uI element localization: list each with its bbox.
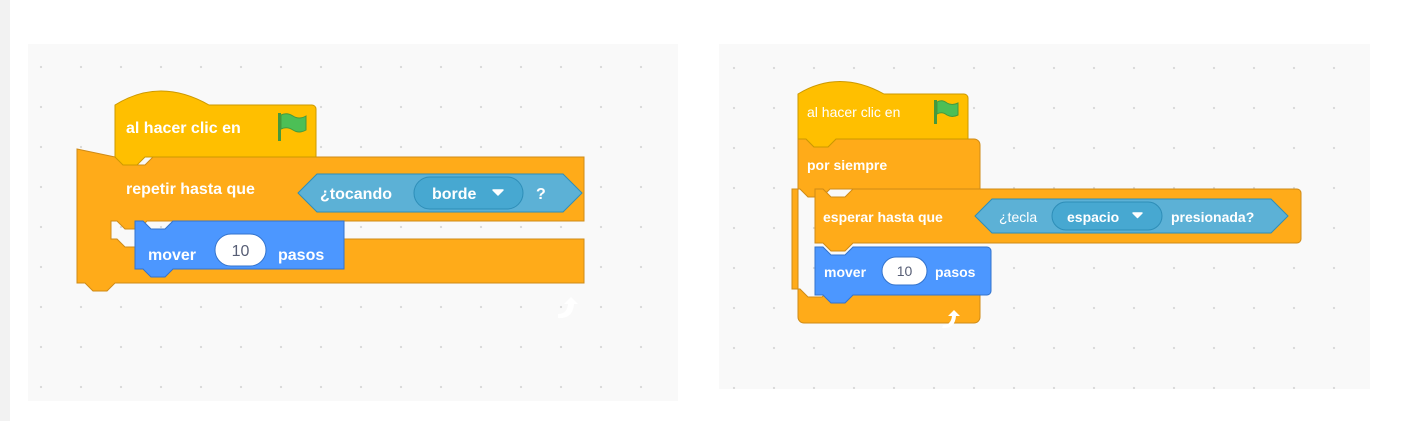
hat-label: al hacer clic en bbox=[126, 120, 241, 137]
repeat-until-label: repetir hasta que bbox=[126, 181, 255, 198]
move-steps-block[interactable]: mover 10 pasos bbox=[814, 246, 992, 304]
code-area-2[interactable]: por siempre esperar hasta que ¿tecla esp… bbox=[719, 44, 1370, 389]
hat-label: al hacer clic en bbox=[807, 104, 900, 120]
loop-arrow-icon bbox=[558, 297, 578, 319]
forever-label: por siempre bbox=[807, 157, 887, 173]
when-flag-clicked-hat-block[interactable]: al hacer clic en bbox=[114, 90, 317, 166]
touching-menu-dropdown[interactable]: borde bbox=[413, 176, 524, 210]
wait-until-block[interactable]: esperar hasta que ¿tecla espacio presion… bbox=[814, 188, 1302, 252]
touching-condition-block[interactable]: ¿tocando borde ? bbox=[297, 173, 583, 213]
touching-suffix: ? bbox=[536, 186, 546, 203]
script-2: por siempre esperar hasta que ¿tecla esp… bbox=[791, 81, 1302, 329]
key-menu-value: espacio bbox=[1067, 209, 1119, 225]
when-flag-clicked-hat-block[interactable]: al hacer clic en bbox=[797, 81, 969, 148]
wait-until-label: esperar hasta que bbox=[823, 209, 943, 225]
window-edge bbox=[0, 0, 10, 421]
steps-value: 10 bbox=[897, 263, 913, 279]
key-pressed-condition-block[interactable]: ¿tecla espacio presionada? bbox=[974, 198, 1289, 234]
move-unit-label: pasos bbox=[278, 247, 324, 264]
steps-value: 10 bbox=[232, 243, 250, 260]
touching-menu-value: borde bbox=[432, 186, 477, 203]
script-1: repetir hasta que ¿tocando borde ? mover… bbox=[76, 90, 585, 319]
steps-input[interactable]: 10 bbox=[881, 256, 928, 286]
move-label: mover bbox=[824, 264, 867, 280]
steps-input[interactable]: 10 bbox=[214, 233, 267, 267]
key-menu-dropdown[interactable]: espacio bbox=[1051, 201, 1163, 231]
key-label: ¿tecla bbox=[999, 209, 1037, 225]
move-steps-block[interactable]: mover 10 pasos bbox=[134, 220, 345, 278]
key-suffix-label: presionada? bbox=[1171, 209, 1254, 225]
touching-label: ¿tocando bbox=[320, 186, 392, 203]
code-area-1[interactable]: repetir hasta que ¿tocando borde ? mover… bbox=[28, 44, 678, 401]
move-label: mover bbox=[148, 247, 196, 264]
move-unit-label: pasos bbox=[935, 264, 976, 280]
